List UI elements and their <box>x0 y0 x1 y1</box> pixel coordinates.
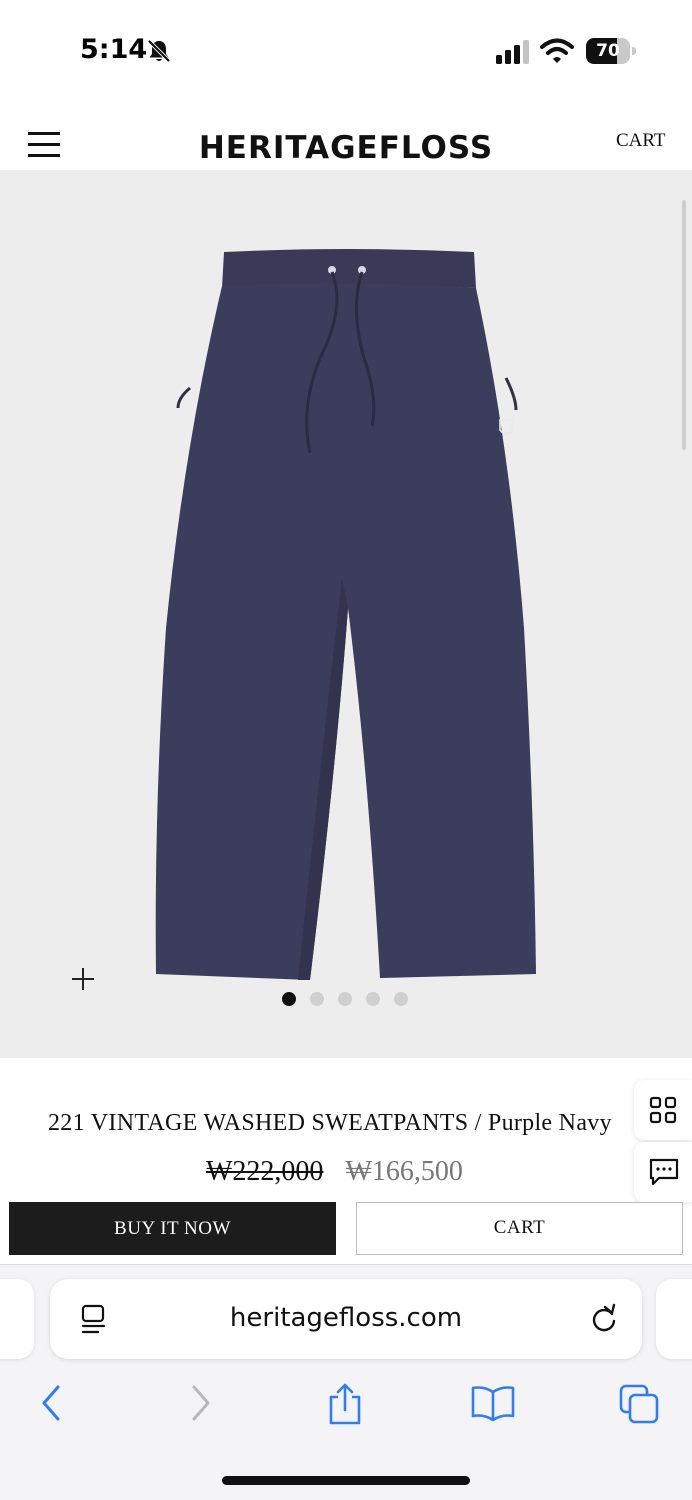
scrollbar[interactable] <box>682 200 686 450</box>
wifi-icon <box>540 38 574 63</box>
hamburger-menu-icon[interactable] <box>28 132 60 158</box>
status-bar: 5:14 70 <box>0 0 692 100</box>
home-indicator[interactable] <box>222 1476 470 1485</box>
sale-price: ₩166,500 <box>345 1156 463 1187</box>
add-to-cart-button[interactable]: CART <box>356 1202 683 1255</box>
bell-slash-icon <box>147 39 171 63</box>
battery-icon: 70 <box>586 38 636 64</box>
brand-logo[interactable]: HERITAGEFLOSS <box>196 130 496 166</box>
original-price: ₩222,000 <box>206 1156 324 1187</box>
status-time: 5:14 <box>80 34 148 65</box>
address-bar[interactable]: heritagefloss.com <box>50 1279 642 1359</box>
forward-icon[interactable] <box>186 1383 214 1423</box>
carousel-dot[interactable] <box>394 992 408 1006</box>
signal-icon <box>496 40 529 64</box>
share-icon[interactable] <box>326 1383 364 1425</box>
grid-icon <box>649 1096 677 1124</box>
grid-view-button[interactable] <box>634 1080 692 1140</box>
battery-level: 70 <box>596 41 620 61</box>
buy-it-now-button[interactable]: BUY IT NOW <box>9 1202 336 1255</box>
zoom-plus-icon[interactable] <box>70 966 96 992</box>
product-title: 221 VINTAGE WASHED SWEATPANTS / Purple N… <box>48 1110 612 1136</box>
previous-tab[interactable] <box>0 1279 34 1359</box>
next-tab[interactable] <box>656 1279 692 1359</box>
bookmarks-icon[interactable] <box>470 1383 516 1423</box>
product-image-gallery[interactable] <box>0 170 692 1058</box>
chat-button[interactable] <box>634 1142 692 1202</box>
carousel-dot[interactable] <box>310 992 324 1006</box>
browser-toolbar: heritagefloss.com <box>0 1264 692 1500</box>
chat-icon <box>649 1158 679 1186</box>
tabs-icon[interactable] <box>618 1383 660 1425</box>
site-header: HERITAGEFLOSS CART <box>0 100 692 170</box>
product-image[interactable] <box>150 248 550 984</box>
header-cart-link[interactable]: CART <box>616 130 666 152</box>
back-icon[interactable] <box>38 1383 66 1423</box>
carousel-dot[interactable] <box>282 992 296 1006</box>
carousel-dot[interactable] <box>366 992 380 1006</box>
reload-icon[interactable] <box>590 1303 618 1333</box>
carousel-dot[interactable] <box>338 992 352 1006</box>
url-text[interactable]: heritagefloss.com <box>50 1303 642 1333</box>
browser-nav-row <box>0 1375 692 1431</box>
carousel-dots <box>282 992 408 1006</box>
price-row: ₩222,000 ₩166,500 <box>206 1156 463 1188</box>
